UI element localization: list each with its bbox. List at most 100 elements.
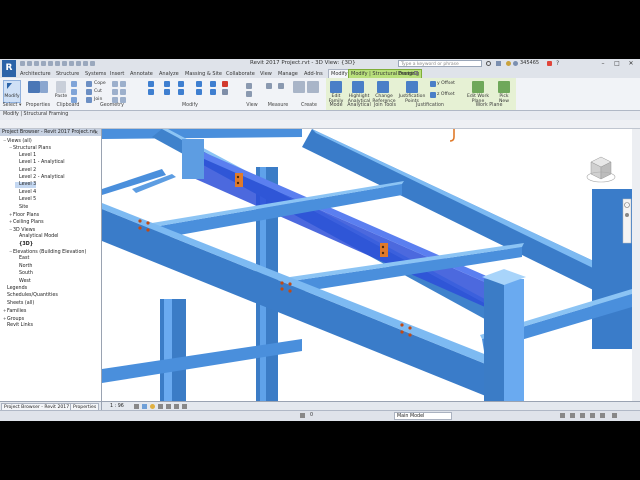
pick-new-icon[interactable] [498,81,510,93]
geometry-tool-1-icon[interactable] [112,81,118,87]
trim-icon[interactable] [196,81,202,87]
search-input[interactable]: Type a keyword or phrase [398,60,482,67]
tab-manage[interactable]: Manage [278,70,298,78]
search-icon[interactable] [486,61,491,66]
select-by-face-icon[interactable] [590,413,595,418]
tree-item[interactable]: West [15,279,31,285]
exchange-apps-icon[interactable] [547,61,552,66]
tab-massing-site[interactable]: Massing & Site [185,70,222,78]
column-top-left[interactable] [182,139,204,179]
mirror-icon[interactable] [178,81,184,87]
zoom-icon[interactable] [625,213,629,217]
view-scale[interactable]: 1 : 96 [110,404,124,409]
user-name[interactable]: 345465 [520,60,539,66]
select-links-icon[interactable] [560,413,565,418]
help-icon[interactable]: ? [556,60,559,67]
tab-design[interactable]: Design [398,70,415,78]
select-pinned-icon[interactable] [580,413,585,418]
copy-element-icon[interactable] [164,89,170,95]
close-hidden-icon[interactable] [90,61,95,66]
tab-view[interactable]: View [260,70,272,78]
tab-systems[interactable]: Systems [85,70,106,78]
communication-icon[interactable] [506,61,511,66]
cope-label[interactable]: Cope [94,81,106,86]
tab-architecture[interactable]: Architecture [20,70,51,78]
delete-icon[interactable] [222,81,228,87]
edit-work-plane-icon[interactable] [472,81,484,93]
tree-item[interactable]: Level 3 [15,182,37,189]
create-part-icon[interactable] [293,81,305,93]
text-icon[interactable] [62,61,67,66]
tab-insert[interactable]: Insert [110,70,124,78]
subscription-icon[interactable] [496,61,501,66]
detail-level-icon[interactable] [134,404,139,409]
close-icon[interactable]: ✕ [94,130,98,136]
geometry-tool-4-icon[interactable] [120,89,126,95]
view-cube-icon[interactable] [586,156,616,183]
cut-geometry-icon[interactable] [86,89,92,95]
tree-item[interactable]: Schedules/Quantities [3,293,58,299]
pin-icon[interactable] [222,89,228,95]
tree-item[interactable]: South [15,271,33,277]
tree-item[interactable]: +Ceiling Plans [9,219,44,226]
measure-icon[interactable] [55,61,60,66]
drag-elements-icon[interactable] [600,413,605,418]
thin-lines-icon[interactable] [83,61,88,66]
cut-label[interactable]: Cut [94,89,102,94]
selected-beam[interactable] [182,151,512,319]
tree-item[interactable]: Level 5 [15,197,36,203]
geometry-tool-3-icon[interactable] [112,89,118,95]
properties-icon[interactable] [28,81,40,93]
type-properties-icon[interactable] [40,81,48,93]
scale-icon[interactable] [210,89,216,95]
tree-item[interactable]: East [15,256,29,262]
cut-icon[interactable] [71,81,77,87]
copy-icon[interactable] [71,89,77,95]
top-edge-beam[interactable] [102,129,302,139]
connection-plate[interactable] [235,173,243,187]
rotate-icon[interactable] [178,89,184,95]
change-reference-icon[interactable] [377,81,389,93]
column-front-left[interactable] [160,299,186,401]
vertical-scrollbar[interactable] [632,129,640,401]
tab-collaborate[interactable]: Collaborate [226,70,255,78]
tree-item[interactable]: Legends [3,286,27,292]
tree-item[interactable]: Level 1 [15,153,36,159]
revit-logo-icon[interactable]: R [2,60,16,77]
override-graphics-icon[interactable] [246,91,252,97]
tree-item[interactable]: Analytical Model [15,234,58,240]
offset-icon[interactable] [164,81,170,87]
sun-path-icon[interactable] [150,404,155,409]
create-group-icon[interactable] [307,81,319,93]
user-icon[interactable] [513,61,518,66]
ribbon-toggle-icon[interactable] [414,71,418,75]
undo-icon[interactable] [34,61,39,66]
y-justification-icon[interactable] [430,81,436,87]
tab-analyze[interactable]: Analyze [159,70,179,78]
modify-tool-button[interactable]: Modify [3,80,21,103]
tab-structure[interactable]: Structure [56,70,79,78]
select-underlay-icon[interactable] [570,413,575,418]
tree-item[interactable]: −Elevations (Building Elevation) [9,249,86,256]
3d-viewport[interactable] [102,129,632,401]
tree-item[interactable]: +Families [3,308,26,315]
y-offset-label[interactable]: y Offset [437,81,455,86]
3d-view-icon[interactable] [69,61,74,66]
tab-annotate[interactable]: Annotate [130,70,153,78]
tree-item[interactable]: −3D Views [9,227,35,234]
connection-plate[interactable] [380,243,388,257]
section-icon[interactable] [76,61,81,66]
navigation-bar[interactable] [622,198,632,244]
measure-tool-icon[interactable] [266,83,272,89]
tree-item[interactable]: −Structural Plans [9,145,51,152]
design-options-select[interactable]: Main Model [394,412,452,420]
tree-item[interactable]: {3D} [15,242,33,248]
justification-points-icon[interactable] [406,81,418,93]
tree-item[interactable]: Site [15,205,28,211]
visual-style-icon[interactable] [142,404,147,409]
worksets-icon[interactable] [300,413,305,418]
tree-item[interactable]: −Views (all) [3,138,32,145]
join-label[interactable]: Join [94,97,102,102]
align-icon[interactable] [148,81,154,87]
shadows-icon[interactable] [158,404,163,409]
